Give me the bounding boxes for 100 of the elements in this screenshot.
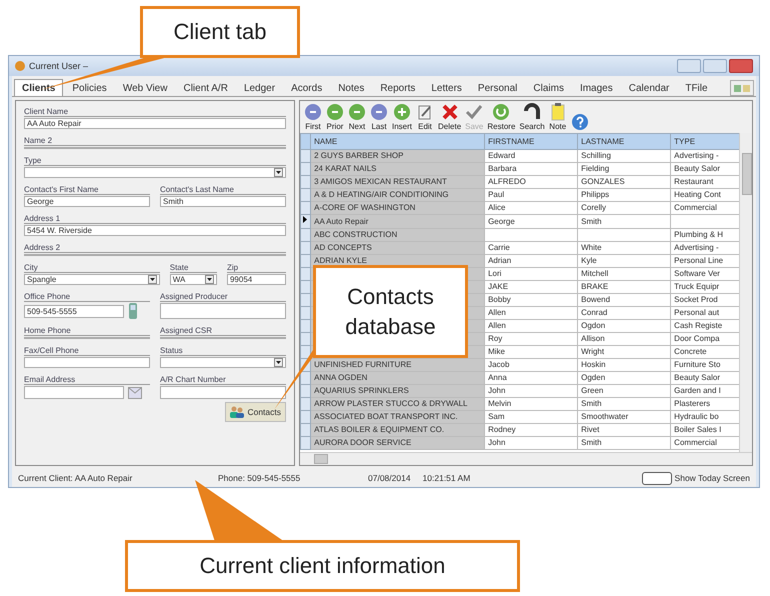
table-cell: Carrie — [484, 242, 578, 254]
dropdown-field[interactable] — [160, 357, 286, 368]
input-field[interactable]: Smith — [160, 196, 286, 207]
table-cell: Sam — [484, 410, 578, 424]
field-label: Type — [24, 156, 286, 166]
help-icon — [570, 113, 589, 131]
column-header[interactable]: NAME — [310, 134, 485, 150]
table-cell: ABC CONSTRUCTION — [310, 228, 485, 242]
table-cell: Kyle — [578, 254, 671, 268]
table-cell: A-CORE OF WASHINGTON — [310, 202, 485, 214]
field-label: Assigned CSR — [160, 326, 286, 336]
row-indicator[interactable] — [300, 214, 311, 228]
input-field[interactable]: AA Auto Repair — [24, 118, 286, 129]
tab[interactable]: Personal — [470, 80, 524, 96]
dropdown-arrow[interactable] — [148, 275, 157, 284]
input-field[interactable]: 99054 — [226, 274, 286, 285]
close-button[interactable] — [729, 59, 753, 73]
dropdown-field[interactable]: WA — [170, 274, 217, 285]
tab[interactable]: Ledger — [236, 80, 282, 96]
field-label: Fax/Cell Phone — [24, 346, 150, 356]
toggle-box[interactable] — [642, 472, 672, 484]
dropdown-field[interactable]: Spangle — [24, 274, 160, 285]
field-label: Client Name — [24, 107, 286, 117]
tab[interactable]: Letters — [424, 80, 469, 96]
dropdown-arrow[interactable] — [204, 275, 214, 284]
input-field[interactable] — [160, 303, 286, 319]
table-cell: AA Auto Repair — [310, 214, 485, 228]
tab[interactable]: Acords — [284, 80, 330, 96]
status-text: Show Today Screen — [674, 473, 750, 483]
column-header[interactable]: FIRSTNAME — [484, 134, 578, 150]
table-cell: Ogdon — [578, 320, 671, 332]
input-field[interactable] — [24, 386, 124, 399]
table-cell: Melvin — [484, 398, 578, 410]
callout-pointer — [274, 350, 313, 410]
tab[interactable]: Claims — [526, 80, 571, 96]
toolbar-button[interactable]: Insert — [392, 103, 412, 131]
tab[interactable]: Web View — [116, 80, 174, 96]
minimize-button[interactable] — [677, 59, 701, 73]
field-label: Address 2 — [24, 243, 286, 253]
tab[interactable]: TFile — [678, 80, 715, 96]
field-label: A/R Chart Number — [160, 375, 286, 385]
tab[interactable]: Policies — [65, 80, 114, 96]
toolbar-button[interactable]: Prior — [326, 103, 344, 131]
field-label: Office Phone — [24, 292, 150, 302]
toolbar-button[interactable]: Last — [370, 103, 388, 131]
delete-icon — [440, 103, 459, 121]
vertical-scrollbar[interactable] — [739, 133, 752, 452]
table-cell: Ogden — [578, 372, 671, 384]
tab[interactable]: Notes — [331, 80, 372, 96]
toolbar-button[interactable] — [570, 113, 589, 131]
table-cell: Alice — [484, 202, 578, 214]
maximize-button[interactable] — [703, 59, 727, 73]
table-cell: AD CONCEPTS — [310, 242, 485, 254]
field-label: Home Phone — [24, 326, 150, 336]
tiles-icon — [733, 83, 751, 93]
toolbar-button[interactable]: Search — [519, 103, 545, 131]
tab[interactable]: Clients — [14, 79, 64, 96]
table-cell: ASSOCIATED BOAT TRANSPORT INC. — [310, 410, 485, 424]
callout: Client tab — [140, 6, 300, 58]
contacts-button[interactable]: Contacts — [225, 402, 286, 422]
dropdown-arrow[interactable] — [274, 168, 283, 177]
toolbar-button[interactable]: Next — [348, 103, 366, 131]
status-date: 07/08/2014 — [368, 473, 411, 483]
table-cell: Roy — [484, 332, 578, 346]
table-cell: Paul — [484, 188, 578, 202]
toolbar-button[interactable]: Restore — [487, 103, 516, 131]
input-field[interactable]: George — [24, 196, 150, 207]
tab[interactable]: Client A/R — [176, 80, 235, 96]
table-cell: Philipps — [578, 188, 671, 202]
dropdown-field[interactable] — [24, 167, 286, 178]
add-icon — [393, 103, 411, 121]
toolbar-button[interactable]: First — [304, 103, 322, 131]
phone-icon[interactable] — [128, 303, 138, 319]
pin-button[interactable] — [730, 80, 754, 96]
horizontal-scrollbar[interactable] — [300, 452, 752, 465]
field-label: Assigned Producer — [160, 292, 286, 302]
table-cell: Corelly — [578, 202, 671, 214]
table-cell: Jacob — [484, 358, 578, 372]
callout: Contacts database — [313, 265, 468, 358]
table-cell: John — [484, 384, 578, 398]
column-header[interactable]: LASTNAME — [578, 134, 671, 150]
table-cell: Barbara — [484, 162, 578, 176]
toolbar-button[interactable]: Edit — [416, 103, 434, 131]
dropdown-arrow[interactable] — [274, 358, 283, 367]
tab[interactable]: Calendar — [622, 80, 676, 96]
table-cell: Allen — [484, 320, 578, 332]
table-cell: Edward — [484, 150, 578, 162]
input-field[interactable]: 5454 W. Riverside — [24, 225, 286, 236]
input-field[interactable]: 509-545-5555 — [24, 304, 124, 318]
field-label: State — [170, 263, 217, 273]
toolbar-button[interactable]: Note — [548, 103, 567, 131]
input-field[interactable] — [24, 357, 150, 368]
mail-icon[interactable] — [128, 386, 142, 398]
table-cell: ALFREDO — [484, 176, 578, 188]
column-header[interactable]: TYPE — [670, 134, 740, 150]
tab[interactable]: Reports — [373, 80, 422, 96]
toolbar-button[interactable]: Delete — [438, 103, 462, 131]
status-time: 10:21:51 AM — [422, 473, 470, 483]
tab[interactable]: Images — [572, 80, 620, 96]
input-field[interactable] — [160, 386, 286, 399]
